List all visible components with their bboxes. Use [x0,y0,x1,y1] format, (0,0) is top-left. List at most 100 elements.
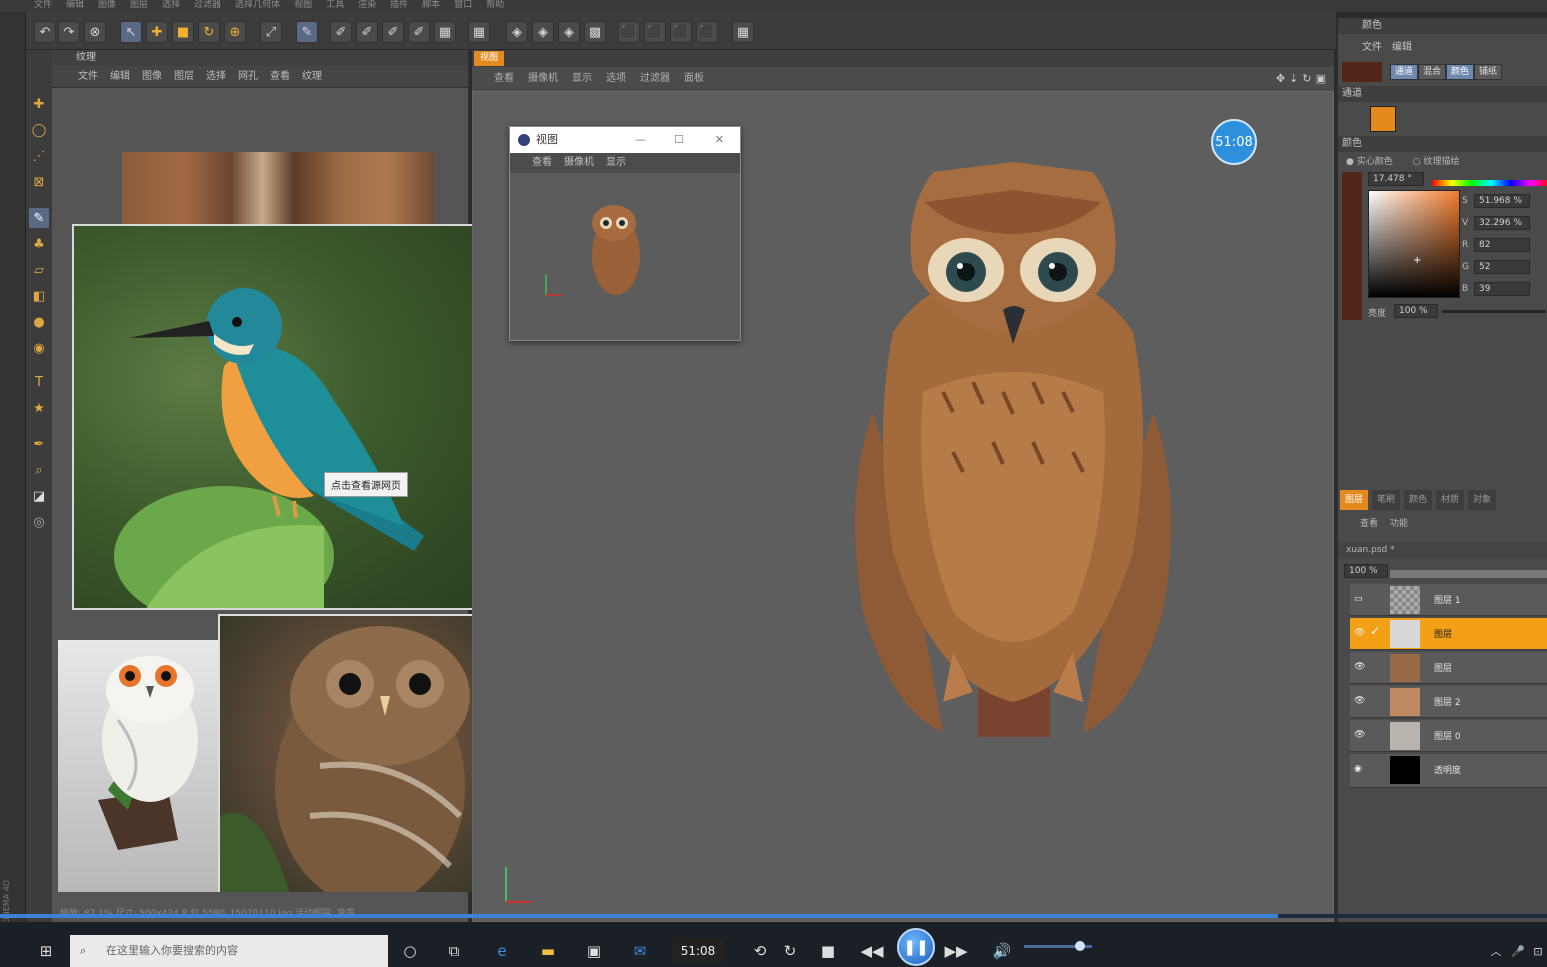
menu-item-scripts[interactable]: 脚本 [422,0,440,12]
viewport-tab[interactable]: 视图 [474,51,505,66]
current-color-swatch[interactable] [1342,62,1382,82]
fill-icon[interactable]: ◧ [29,286,49,306]
vp-menu-display[interactable]: 显示 [572,67,592,91]
layer-row[interactable]: 👁 图层 [1350,652,1547,684]
view-source-tooltip[interactable]: 点击查看源网页 [324,472,408,497]
render-picture-icon[interactable]: ✐ [382,21,404,43]
eyedropper-icon[interactable]: ✒ [29,434,49,454]
layers-menu-view[interactable]: 查看 [1360,514,1378,534]
layer-visibility-icon[interactable]: 👁 [1354,662,1366,672]
layer-row[interactable]: 👁 图层 0 [1350,720,1547,752]
pan-icon[interactable]: ✥ [1276,72,1285,85]
dodge-icon[interactable]: ◉ [29,338,49,358]
coordinate-icon[interactable]: ⤢ [260,21,282,43]
store-icon[interactable]: ▣ [582,940,606,962]
undo-icon[interactable]: ↶ [34,21,56,43]
live-select-icon[interactable]: ↖ [120,21,142,43]
vp-menu-camera[interactable]: 摄像机 [528,67,558,91]
tex-menu-texture[interactable]: 纹理 [302,66,322,87]
player-volume-knob[interactable] [1074,941,1085,951]
video-progress-bar[interactable] [0,914,1547,918]
layer-opacity-field[interactable]: 100 % [1344,564,1388,578]
menu-item-file[interactable]: 文件 [34,0,52,12]
menu-item-filter[interactable]: 过滤器 [194,0,221,12]
cube-icon-3[interactable]: ⬛ [670,21,692,43]
layer-row-selected[interactable]: 👁 ✓ 图层 [1350,618,1547,650]
layer-visibility-icon[interactable]: 👁 [1354,696,1366,706]
menu-item-tools[interactable]: 工具 [326,0,344,12]
render-view-icon[interactable]: ✐ [330,21,352,43]
color-menu-edit[interactable]: 编辑 [1392,38,1412,58]
blend-button[interactable]: 混合 [1418,64,1447,80]
player-volume-slider[interactable] [1024,941,1092,951]
channel-thumbnail[interactable] [1370,106,1396,132]
tex-menu-file[interactable]: 文件 [78,66,98,87]
cube-icon-2[interactable]: ⬛ [644,21,666,43]
tab-colors[interactable]: 颜色 [1404,490,1433,510]
mini-menu-view[interactable]: 查看 [532,153,552,173]
layer-visibility-icon[interactable]: 👁 [1354,628,1366,638]
brightness-field[interactable]: 100 % [1394,304,1438,318]
kingfisher-reference-image[interactable] [72,224,486,610]
tex-menu-layer[interactable]: 图层 [174,66,194,87]
taskbar-search-input[interactable]: ⌕ 在这里输入你要搜索的内容 [70,935,388,967]
mail-icon[interactable]: ✉ [628,940,652,962]
layers-menu-functions[interactable]: 功能 [1390,514,1408,534]
texture-icon[interactable]: ▦ [732,21,754,43]
menu-item-select[interactable]: 选择 [162,0,180,12]
texture-paint-radio[interactable]: ○ 纹理描绘 [1413,154,1460,170]
task-view-icon[interactable]: ⧉ [442,940,466,962]
lock-axis-icon[interactable]: ⊕ [224,21,246,43]
menu-item-edit[interactable]: 编辑 [66,0,84,12]
saturation-field[interactable]: 51.968 % [1474,194,1530,208]
redo-icon[interactable]: ↷ [58,21,80,43]
move-tool-icon[interactable]: ✚ [29,94,49,114]
layer-row[interactable]: ◉ 透明度 [1350,754,1547,788]
vp-menu-panel[interactable]: 面板 [684,67,704,91]
select-tool-icon[interactable]: ⊗ [84,21,106,43]
render-settings-icon[interactable]: ▦ [434,21,456,43]
menu-item-help[interactable]: 帮助 [486,0,504,12]
render-region-icon[interactable]: ✐ [356,21,378,43]
layer-row[interactable]: ▭ 图层 1 [1350,584,1547,616]
color-button[interactable]: 颜色 [1446,64,1475,80]
camera-projection-icon[interactable]: ◈ [532,21,554,43]
green-field[interactable]: 52 [1474,260,1530,274]
solid-color-radio[interactable]: ● 实心颜色 [1346,154,1393,170]
dolly-icon[interactable]: ⇣ [1289,72,1298,85]
uv-projection-icon[interactable]: ◈ [558,21,580,43]
layer-visibility-icon[interactable]: ◉ [1354,764,1366,774]
mini-view-window[interactable]: 视图 — ☐ ✕ 查看 摄像机 显示 [509,126,741,341]
color-swap-icon[interactable]: ◪ [29,486,49,506]
maximize-icon[interactable]: ▣ [1316,72,1326,85]
cortana-icon[interactable]: ○ [398,940,422,962]
projection-icon[interactable]: ◈ [506,21,528,43]
layer-opacity-slider[interactable] [1390,570,1547,578]
menu-item-select-geometry[interactable]: 选择几何体 [235,0,280,12]
tab-objects[interactable]: 对象 [1468,490,1497,510]
tab-layers[interactable]: 图层 [1340,490,1369,510]
mask-icon[interactable]: ◎ [29,512,49,532]
value-field[interactable]: 32.296 % [1474,216,1530,230]
tex-menu-select[interactable]: 选择 [206,66,226,87]
tex-menu-edit[interactable]: 编辑 [110,66,130,87]
maximize-window-icon[interactable]: ☐ [674,127,684,153]
paint-brush-icon[interactable]: ✎ [296,21,318,43]
lasso-icon[interactable]: ◯ [29,120,49,140]
paper-button[interactable]: 铺纸 [1474,64,1503,80]
polygon-select-icon[interactable]: ⋰ [29,146,49,166]
vp-menu-view[interactable]: 查看 [494,67,514,91]
mini-menu-camera[interactable]: 摄像机 [564,153,594,173]
hue-field[interactable]: 17.478 ° [1368,172,1424,186]
checker-icon[interactable]: ▩ [584,21,606,43]
player-forward-icon[interactable]: ▶▶ [944,940,968,962]
zoom-icon[interactable]: ⌕ [29,460,49,480]
edge-browser-icon[interactable]: e [490,940,514,962]
player-rewind-icon[interactable]: ◀◀ [860,940,884,962]
color-menu-file[interactable]: 文件 [1362,38,1382,58]
text-icon[interactable]: T [29,372,49,392]
close-icon[interactable]: ✕ [715,127,724,153]
minimize-icon[interactable]: — [635,127,646,153]
tex-menu-image[interactable]: 图像 [142,66,162,87]
tex-menu-view[interactable]: 查看 [270,66,290,87]
